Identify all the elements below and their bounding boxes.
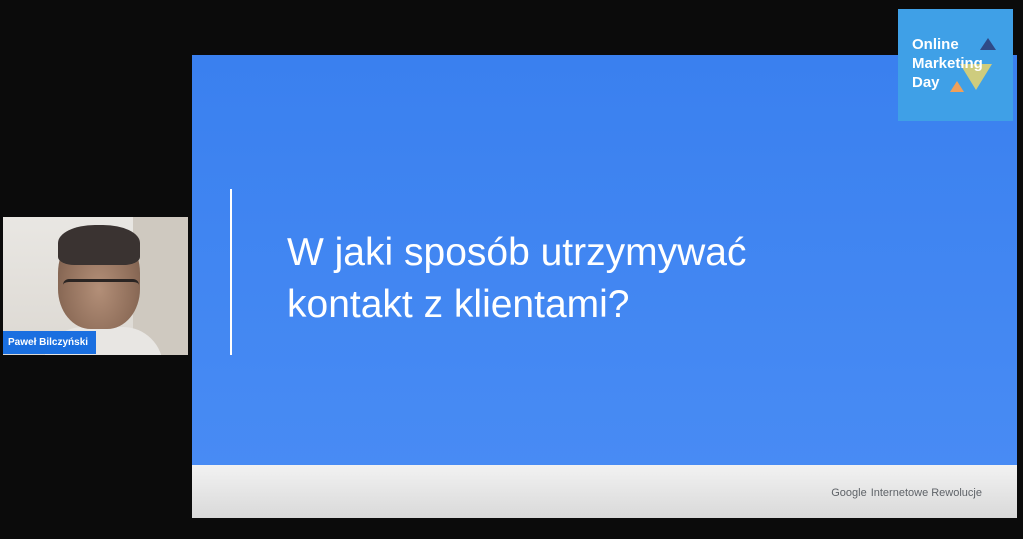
event-logo-text: Online Marketing Day xyxy=(912,35,983,92)
slide-title-line-1: W jaki sposób utrzymywać xyxy=(287,231,747,274)
event-logo: Online Marketing Day xyxy=(898,9,1013,121)
logo-line-3: Day xyxy=(912,74,940,91)
presenter-name-tag: Paweł Bilczyński xyxy=(3,331,96,354)
presentation-slide: W jaki sposób utrzymywać kontakt z klien… xyxy=(192,55,1017,518)
footer-branding: Google Internetowe Rewolucje xyxy=(831,487,982,499)
slide-accent-bar xyxy=(230,189,232,355)
presenter-glasses xyxy=(63,279,139,298)
logo-line-2: Marketing xyxy=(912,55,983,72)
presenter-hair xyxy=(58,225,140,265)
google-logo-text: Google xyxy=(831,487,867,499)
footer-subtitle: Internetowe Rewolucje xyxy=(870,487,982,499)
slide-title: W jaki sposób utrzymywać kontakt z klien… xyxy=(287,227,887,331)
slide-title-line-2: kontakt z klientami? xyxy=(287,283,630,326)
logo-line-1: Online xyxy=(912,36,959,53)
slide-footer: Google Internetowe Rewolucje xyxy=(192,465,1017,518)
